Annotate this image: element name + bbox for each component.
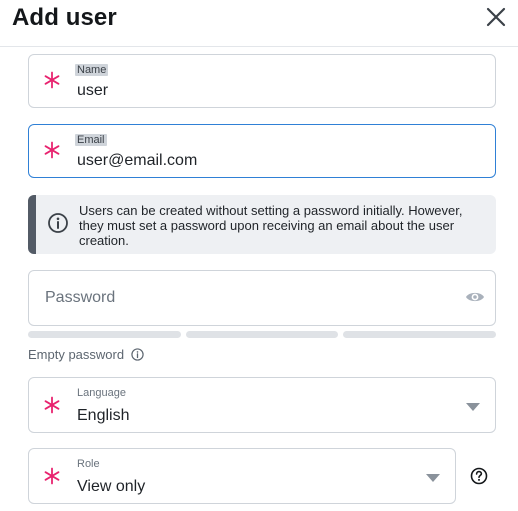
- required-asterisk-icon: [44, 396, 60, 414]
- eye-icon[interactable]: [465, 289, 485, 305]
- language-select[interactable]: Language English: [28, 377, 496, 433]
- name-input[interactable]: user: [77, 82, 108, 100]
- password-input[interactable]: Password: [45, 289, 115, 307]
- info-banner-accent: [28, 195, 36, 254]
- name-field[interactable]: Name user: [28, 54, 496, 108]
- required-asterisk-icon: [44, 71, 60, 89]
- role-value: View only: [77, 478, 146, 495]
- info-icon[interactable]: [131, 348, 144, 361]
- language-value: English: [77, 407, 130, 424]
- password-strength-segment: [28, 331, 181, 338]
- email-input[interactable]: user@email.com: [77, 152, 197, 170]
- required-asterisk-icon: [44, 467, 60, 485]
- email-field[interactable]: Email user@email.com: [28, 124, 496, 178]
- email-label: Email: [75, 134, 107, 146]
- info-message: Users can be created without setting a p…: [79, 203, 463, 248]
- password-strength-segment: [343, 331, 496, 338]
- dialog-header: Add user: [0, 0, 518, 47]
- empty-password-hint: Empty password: [28, 346, 144, 362]
- dialog-title: Add user: [12, 4, 117, 31]
- info-banner: Users can be created without setting a p…: [28, 195, 496, 254]
- password-field[interactable]: Password: [28, 270, 496, 326]
- chevron-down-icon[interactable]: [466, 403, 480, 411]
- help-icon[interactable]: [470, 467, 488, 485]
- close-icon[interactable]: [485, 6, 507, 28]
- language-label: Language: [77, 387, 126, 399]
- empty-password-label: Empty password: [28, 347, 125, 363]
- password-strength-segment: [186, 331, 338, 338]
- info-icon: [48, 213, 68, 233]
- chevron-down-icon[interactable]: [426, 474, 440, 482]
- role-select[interactable]: Role View only: [28, 448, 456, 504]
- role-label: Role: [77, 458, 100, 470]
- required-asterisk-icon: [44, 141, 60, 159]
- name-label: Name: [75, 64, 109, 76]
